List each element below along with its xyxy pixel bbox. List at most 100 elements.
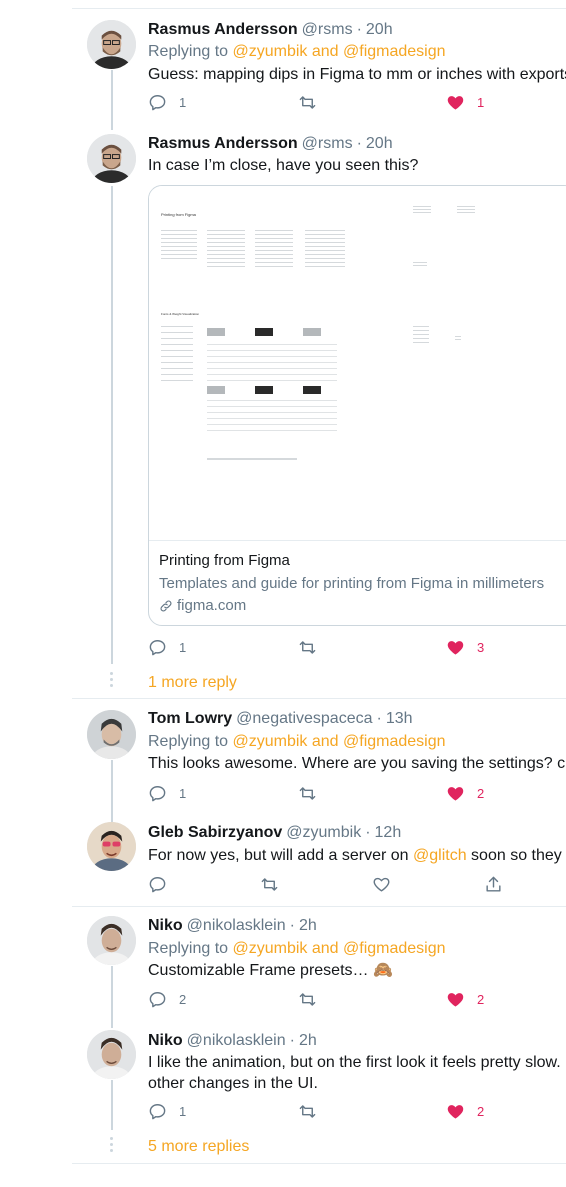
display-name[interactable]: Niko bbox=[148, 917, 183, 934]
username[interactable]: @rsms bbox=[302, 135, 353, 152]
show-more-replies[interactable]: 5 more replies bbox=[148, 1138, 249, 1156]
card-domain: figma.com bbox=[159, 597, 246, 614]
retweet-icon bbox=[299, 1105, 316, 1118]
display-name[interactable]: Gleb Sabirzyanov bbox=[148, 824, 282, 841]
reply-button[interactable]: 1 bbox=[148, 784, 186, 803]
retweet-icon bbox=[299, 641, 316, 654]
heart-icon bbox=[447, 641, 464, 655]
heart-outline-icon bbox=[373, 877, 390, 892]
like-button[interactable] bbox=[372, 875, 391, 894]
username[interactable]: @nikolasklein bbox=[187, 917, 286, 934]
reply-count: 1 bbox=[179, 95, 187, 110]
like-button[interactable]: 3 bbox=[446, 638, 484, 657]
card-image: Printing from Figma Fonts & Weight Visua… bbox=[149, 186, 566, 541]
replying-to-mentions[interactable]: @zyumbik and @figmadesign bbox=[233, 940, 446, 957]
card-image-section: Fonts & Weight Visualization bbox=[161, 312, 200, 316]
link-icon bbox=[160, 600, 172, 611]
like-count: 3 bbox=[477, 640, 485, 655]
reply-button[interactable] bbox=[148, 875, 167, 894]
tweet-text: Customizable Frame presets… 🙈 bbox=[148, 962, 393, 979]
link-card[interactable]: Printing from Figma Fonts & Weight Visua… bbox=[148, 185, 566, 626]
thread-gap-dots bbox=[110, 1137, 113, 1155]
timestamp[interactable]: 2h bbox=[299, 1032, 317, 1049]
reply-icon bbox=[149, 95, 166, 111]
share-button[interactable] bbox=[484, 875, 503, 894]
separator: · bbox=[289, 1032, 295, 1049]
display-name[interactable]: Rasmus Andersson bbox=[148, 135, 298, 152]
tweet-text: For now yes, but will add a server on @g… bbox=[148, 845, 566, 866]
username[interactable]: @zyumbik bbox=[286, 824, 361, 841]
heart-icon bbox=[447, 787, 464, 801]
tweet-actions: 1 1 bbox=[148, 93, 566, 113]
like-count: 1 bbox=[477, 95, 485, 110]
like-count: 2 bbox=[477, 992, 485, 1007]
retweet-button[interactable] bbox=[260, 875, 279, 894]
tweet-text-part: soon so they a bbox=[466, 847, 566, 864]
avatar[interactable] bbox=[87, 916, 136, 965]
separator: · bbox=[376, 710, 382, 727]
display-name[interactable]: Tom Lowry bbox=[148, 710, 232, 727]
tweet-actions: 1 2 bbox=[148, 784, 566, 804]
card-image-title: Printing from Figma bbox=[161, 212, 196, 217]
retweet-button[interactable] bbox=[298, 638, 317, 657]
card-title: Printing from Figma bbox=[159, 552, 290, 569]
like-button[interactable]: 2 bbox=[446, 1102, 484, 1121]
replying-to-mentions[interactable]: @zyumbik and @figmadesign bbox=[233, 733, 446, 750]
replying-to-label: Replying to bbox=[148, 940, 229, 957]
replying-to-label: Replying to bbox=[148, 733, 229, 750]
timestamp[interactable]: 20h bbox=[366, 135, 393, 152]
retweet-button[interactable] bbox=[298, 1102, 317, 1121]
reply-button[interactable]: 2 bbox=[148, 990, 186, 1009]
reply-button[interactable]: 1 bbox=[148, 93, 186, 112]
retweet-button[interactable] bbox=[298, 93, 317, 112]
timestamp[interactable]: 2h bbox=[299, 917, 317, 934]
avatar[interactable] bbox=[87, 20, 136, 69]
retweet-icon bbox=[299, 787, 316, 800]
separator: · bbox=[356, 135, 362, 152]
tweet-header: Niko @nikolasklein · 2h bbox=[148, 916, 317, 936]
replying-to: Replying to @zyumbik and @figmadesign bbox=[148, 731, 446, 752]
reply-button[interactable]: 1 bbox=[148, 638, 186, 657]
tweet-text: Guess: mapping dips in Figma to mm or in… bbox=[148, 66, 566, 83]
like-count: 2 bbox=[477, 786, 485, 801]
tweet-text-line: other changes in the UI. bbox=[148, 1075, 318, 1092]
avatar[interactable] bbox=[87, 134, 136, 183]
replying-to-label: Replying to bbox=[148, 43, 229, 60]
like-button[interactable]: 1 bbox=[446, 93, 484, 112]
timestamp[interactable]: 12h bbox=[375, 824, 402, 841]
retweet-icon bbox=[299, 993, 316, 1006]
avatar[interactable] bbox=[87, 710, 136, 759]
like-count: 2 bbox=[477, 1104, 485, 1119]
retweet-button[interactable] bbox=[298, 990, 317, 1009]
retweet-button[interactable] bbox=[298, 784, 317, 803]
show-more-replies[interactable]: 1 more reply bbox=[148, 674, 237, 692]
replying-to-mentions[interactable]: @zyumbik and @figmadesign bbox=[233, 43, 446, 60]
reply-icon bbox=[149, 640, 166, 656]
username[interactable]: @rsms bbox=[302, 21, 353, 38]
avatar[interactable] bbox=[87, 822, 136, 871]
heart-icon bbox=[447, 1105, 464, 1119]
like-button[interactable]: 2 bbox=[446, 990, 484, 1009]
tweet-actions bbox=[148, 875, 566, 895]
mention-link[interactable]: @glitch bbox=[413, 847, 467, 864]
timestamp[interactable]: 20h bbox=[366, 21, 393, 38]
tweet-header: Gleb Sabirzyanov @zyumbik · 12h bbox=[148, 823, 401, 843]
heart-icon bbox=[447, 96, 464, 110]
tweet-actions: 1 3 bbox=[148, 638, 566, 658]
separator: · bbox=[356, 21, 362, 38]
avatar[interactable] bbox=[87, 1030, 136, 1079]
reply-button[interactable]: 1 bbox=[148, 1102, 186, 1121]
tweet-text-part: For now yes, but will add a server on bbox=[148, 847, 414, 864]
reply-icon bbox=[149, 786, 166, 802]
bottom-divider bbox=[72, 1163, 566, 1164]
tweet-header: Tom Lowry @negativespaceca · 13h bbox=[148, 709, 413, 729]
display-name[interactable]: Niko bbox=[148, 1032, 183, 1049]
tweet-header: Rasmus Andersson @rsms · 20h bbox=[148, 20, 393, 40]
share-icon bbox=[486, 876, 501, 892]
display-name[interactable]: Rasmus Andersson bbox=[148, 21, 298, 38]
thread-connector bbox=[111, 966, 113, 1028]
like-button[interactable]: 2 bbox=[446, 784, 484, 803]
timestamp[interactable]: 13h bbox=[386, 710, 413, 727]
username[interactable]: @nikolasklein bbox=[187, 1032, 286, 1049]
username[interactable]: @negativespaceca bbox=[236, 710, 372, 727]
